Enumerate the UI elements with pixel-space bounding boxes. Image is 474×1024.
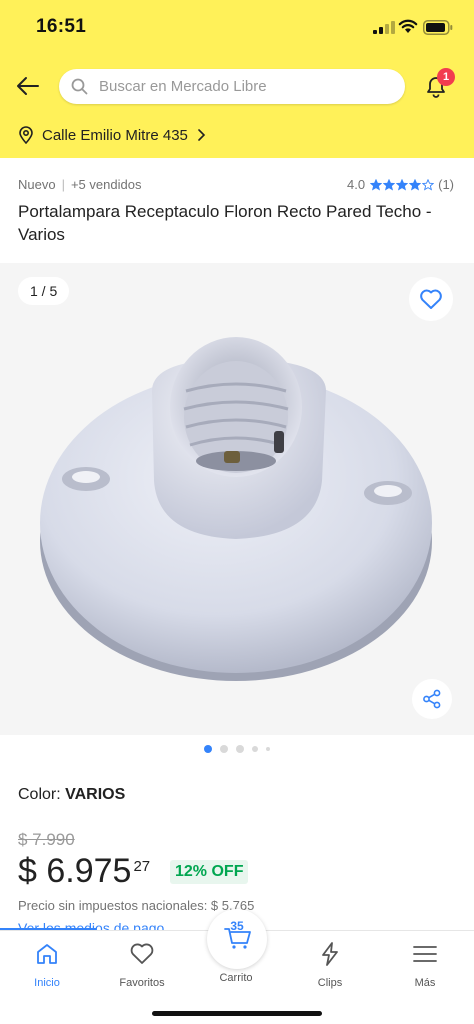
rating-stars [370, 178, 435, 191]
product-image [40, 337, 432, 681]
home-indicator [152, 1011, 322, 1016]
price-cents: 27 [133, 858, 151, 875]
nav-item-inicio[interactable]: Inicio [7, 941, 87, 991]
chevron-right-icon [198, 129, 206, 141]
bottom-navigation: Inicio Favoritos 35 Carrito Clips Más [0, 909, 474, 1024]
pagination-dot[interactable] [252, 746, 258, 752]
shipping-location[interactable]: Calle Emilio Mitre 435 [18, 124, 206, 146]
color-label: Color: [18, 786, 66, 803]
rating-count: (1) [438, 177, 454, 192]
notifications-button[interactable]: 1 [422, 68, 455, 102]
status-bar: 16:51 [0, 0, 474, 56]
wifi-icon [398, 19, 418, 33]
search-icon [71, 78, 88, 95]
nav-label: Clips [317, 977, 343, 989]
nav-label: Más [414, 977, 436, 989]
product-gallery[interactable]: 1 / 5 [0, 263, 474, 735]
share-icon [423, 689, 441, 709]
product-rating[interactable]: 4.0 (1) [347, 177, 454, 192]
pagination-dot[interactable] [204, 745, 212, 753]
nav-label: Favoritos [119, 977, 165, 989]
star-icon [396, 178, 409, 191]
color-selector: Color: VARIOS [18, 786, 125, 804]
home-icon [37, 944, 57, 964]
original-price: $ 7.990 [18, 830, 75, 849]
share-button[interactable] [412, 679, 452, 719]
menu-icon [413, 946, 437, 962]
product-status: Nuevo | +5 vendidos [18, 177, 141, 192]
product-title: Portalampara Receptaculo Floron Recto Pa… [18, 202, 432, 244]
cellular-signal-icon [373, 21, 395, 34]
arrow-left-icon [17, 77, 39, 95]
nav-item-mas[interactable]: Más [385, 941, 465, 991]
nav-label: Inicio [34, 977, 60, 989]
color-value: VARIOS [65, 786, 126, 803]
heart-icon [420, 289, 442, 309]
pagination-dot[interactable] [266, 747, 270, 751]
tax-note: Precio sin impuestos nacionales: $ 5.765 [18, 898, 255, 913]
pagination-dot[interactable] [236, 745, 244, 753]
star-icon [370, 178, 383, 191]
location-pin-icon [19, 126, 33, 144]
gallery-counter: 1 / 5 [18, 277, 70, 305]
discount-badge: 12% OFF [170, 860, 249, 884]
star-icon [409, 178, 422, 191]
pagination-dot[interactable] [220, 745, 228, 753]
sold-count: +5 vendidos [70, 177, 142, 192]
nav-item-clips[interactable]: Clips [290, 941, 370, 991]
star-icon [422, 178, 435, 191]
nav-label: Carrito [219, 972, 253, 984]
product-condition: Nuevo [18, 177, 56, 192]
price-amount: $ 6.975 [18, 852, 132, 890]
heart-icon [130, 943, 154, 964]
back-button[interactable] [14, 72, 42, 100]
star-icon [383, 178, 396, 191]
search-placeholder: Buscar en Mercado Libre [99, 78, 267, 95]
meta-divider: | [61, 177, 65, 192]
nav-item-carrito[interactable]: 35 [207, 909, 267, 969]
notifications-badge: 1 [437, 68, 455, 86]
current-price: $ 6.975 27 [18, 852, 150, 891]
search-bar[interactable]: Buscar en Mercado Libre [59, 69, 405, 104]
cart-icon [224, 928, 251, 949]
battery-icon [423, 20, 453, 35]
clips-icon [322, 942, 338, 966]
location-address: Calle Emilio Mitre 435 [42, 126, 188, 144]
favorite-button[interactable] [409, 277, 453, 321]
status-time: 16:51 [36, 16, 87, 37]
gallery-pagination [0, 744, 474, 754]
rating-value: 4.0 [347, 177, 366, 192]
nav-item-favoritos[interactable]: Favoritos [102, 941, 182, 991]
